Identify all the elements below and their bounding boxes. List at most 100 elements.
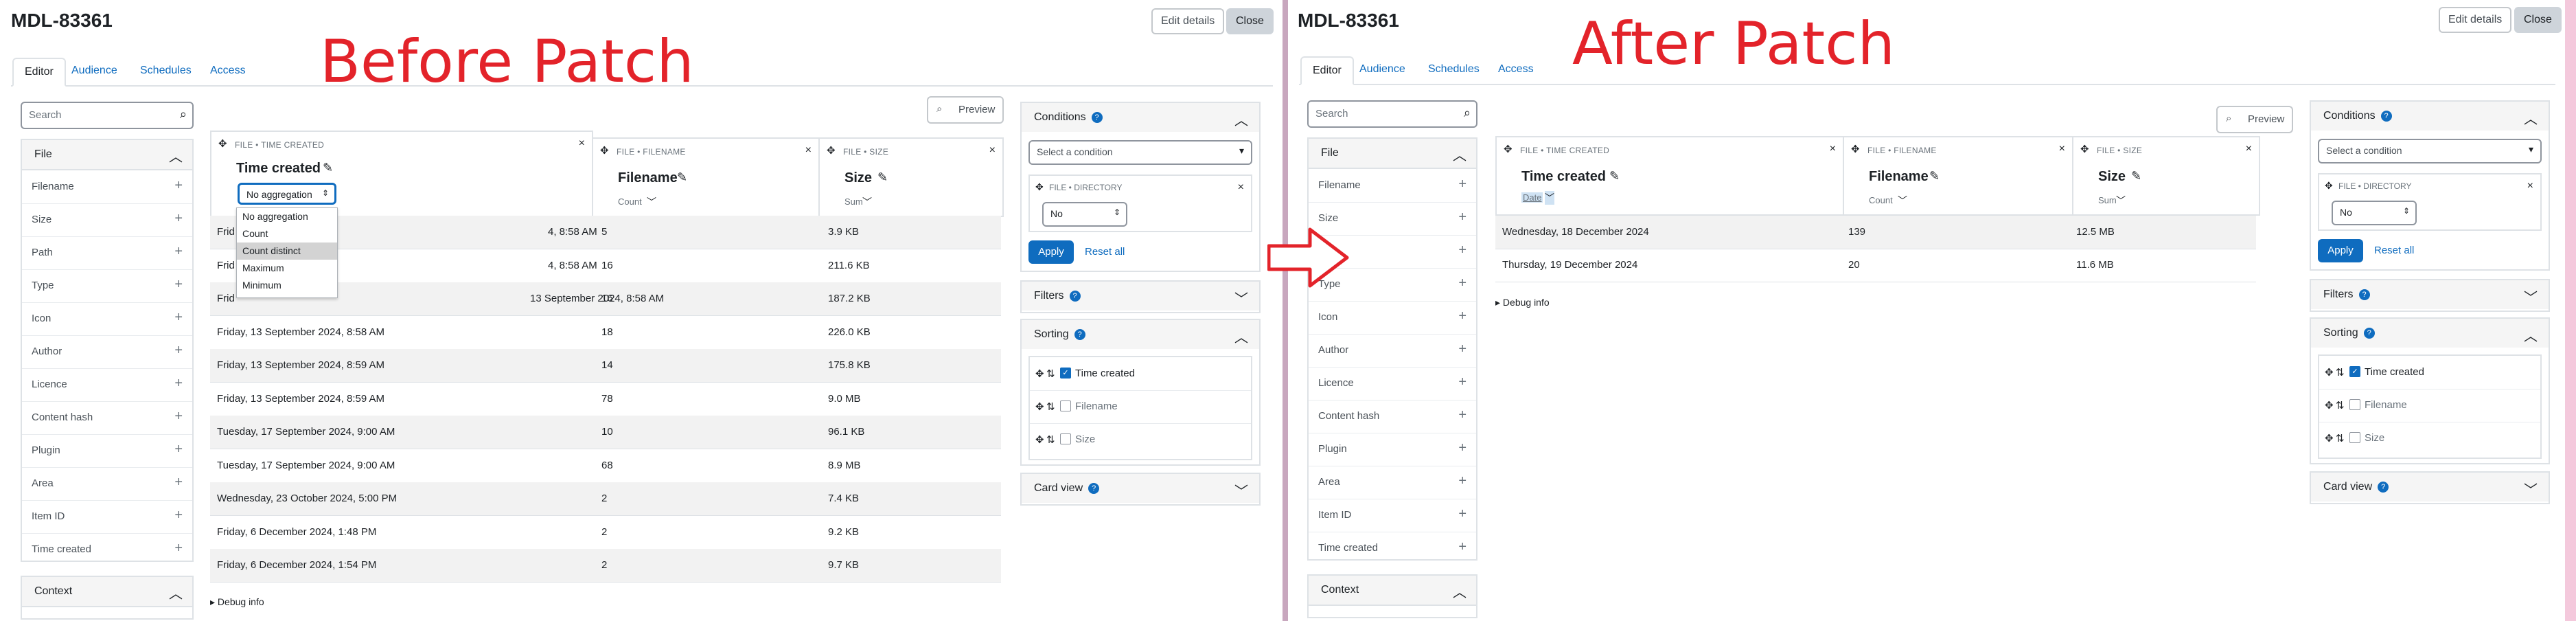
close-button[interactable]: Close bbox=[1226, 8, 1274, 34]
sort-checkbox[interactable] bbox=[2349, 432, 2360, 443]
pencil-icon[interactable]: ✎ bbox=[2131, 169, 2141, 183]
sort-checkbox[interactable] bbox=[1060, 433, 1071, 444]
pencil-icon[interactable]: ✎ bbox=[677, 170, 687, 185]
close-icon[interactable]: × bbox=[1830, 143, 1836, 155]
reset-all-link[interactable]: Reset all bbox=[1085, 246, 1125, 258]
sidebar-item-filename[interactable]: Filename + bbox=[22, 170, 192, 204]
sorting-header[interactable]: Sorting? ︿ bbox=[1022, 320, 1259, 349]
sidebar-item-author[interactable]: Author + bbox=[22, 335, 192, 369]
pencil-icon[interactable]: ✎ bbox=[877, 170, 888, 185]
card-view-header[interactable]: Card view? ﹀ bbox=[1022, 474, 1259, 503]
column-header-filename[interactable]: ✥ FILE • FILENAME × Filename ✎ Count ﹀ bbox=[1843, 136, 2073, 216]
select-condition-dropdown[interactable]: Select a condition ▾ bbox=[2318, 139, 2542, 163]
sort-item-time-created[interactable]: ✥ ⇅ ✓ Time created bbox=[1030, 357, 1251, 391]
filters-header[interactable]: Filters? ﹀ bbox=[1022, 282, 1259, 310]
apply-button[interactable]: Apply bbox=[1028, 240, 1074, 264]
edit-details-button[interactable]: Edit details bbox=[2439, 7, 2512, 33]
dropdown-option[interactable]: No aggregation bbox=[237, 208, 337, 225]
chevron-up-icon[interactable]: ︿ bbox=[169, 583, 183, 602]
sort-item-size[interactable]: ✥ ⇅ Size bbox=[1030, 423, 1251, 456]
column-header-time-created[interactable]: ✥ FILE • TIME CREATED × Time created ✎ N… bbox=[210, 131, 593, 217]
search-input[interactable]: Search ⌕ bbox=[21, 102, 194, 129]
sidebar-context-header[interactable]: Context ︿ bbox=[22, 577, 192, 607]
sort-item-size[interactable]: ✥ ⇅ Size bbox=[2319, 422, 2540, 455]
apply-button[interactable]: Apply bbox=[2318, 239, 2363, 262]
column-header-size[interactable]: ✥ FILE • SIZE × Size ✎ Sum ﹀ bbox=[818, 137, 1004, 217]
search-icon[interactable]: ⌕ bbox=[1464, 106, 1471, 120]
sidebar-context-header[interactable]: Context ︿ bbox=[1309, 576, 1476, 606]
pencil-icon[interactable]: ✎ bbox=[1609, 169, 1620, 183]
dropdown-option[interactable]: Count distinct bbox=[237, 242, 337, 260]
column-header-size[interactable]: ✥ FILE • SIZE × Size ✎ Sum ﹀ bbox=[2072, 136, 2260, 216]
sidebar-item-icon[interactable]: Icon + bbox=[1309, 301, 1476, 335]
aggregation-select[interactable]: No aggregation ⇕ bbox=[238, 183, 336, 205]
sort-item-filename[interactable]: ✥ ⇅ Filename bbox=[2319, 389, 2540, 422]
column-header-filename[interactable]: ✥ FILE • FILENAME × Filename ✎ Count ﹀ bbox=[592, 137, 820, 217]
tab-schedules[interactable]: Schedules bbox=[1428, 56, 1480, 82]
column-header-time-created[interactable]: ✥ FILE • TIME CREATED × Time created ✎ D… bbox=[1495, 136, 1844, 216]
sidebar-item-size[interactable]: Size + bbox=[22, 203, 192, 237]
aggregation-label[interactable]: Count bbox=[618, 196, 642, 207]
sidebar-item-icon[interactable]: Icon + bbox=[22, 302, 192, 336]
filters-header[interactable]: Filters? ﹀ bbox=[2311, 280, 2549, 309]
condition-value-select[interactable]: No ⇕ bbox=[2332, 201, 2417, 225]
conditions-header[interactable]: Conditions? ︿ bbox=[2311, 102, 2549, 131]
sidebar-item-type[interactable]: Type + bbox=[22, 269, 192, 303]
sort-item-filename[interactable]: ✥ ⇅ Filename bbox=[1030, 390, 1251, 424]
tab-audience[interactable]: Audience bbox=[71, 58, 117, 84]
close-icon[interactable]: × bbox=[2527, 180, 2533, 192]
select-condition-dropdown[interactable]: Select a condition ▾ bbox=[1028, 140, 1252, 165]
dropdown-option[interactable]: Maximum bbox=[237, 260, 337, 277]
sidebar-item-plugin[interactable]: Plugin + bbox=[22, 434, 192, 468]
aggregation-label[interactable]: Count bbox=[1869, 195, 1893, 205]
tab-schedules[interactable]: Schedules bbox=[140, 58, 192, 84]
sort-item-time-created[interactable]: ✥ ⇅ ✓ Time created bbox=[2319, 356, 2540, 389]
aggregation-label[interactable]: Sum bbox=[844, 196, 863, 207]
close-icon[interactable]: × bbox=[579, 137, 585, 150]
chevron-up-icon[interactable]: ︿ bbox=[1453, 144, 1467, 164]
debug-info-toggle[interactable]: ▸ Debug info bbox=[1495, 297, 1550, 308]
sidebar-item-item-id[interactable]: Item ID + bbox=[22, 500, 192, 534]
preview-button[interactable]: ⌕ Preview bbox=[2216, 106, 2293, 133]
reset-all-link[interactable]: Reset all bbox=[2374, 245, 2414, 256]
pencil-icon[interactable]: ✎ bbox=[323, 161, 333, 175]
pencil-icon[interactable]: ✎ bbox=[1929, 169, 1940, 183]
close-icon[interactable]: × bbox=[2246, 143, 2252, 155]
condition-value-select[interactable]: No ⇕ bbox=[1042, 202, 1127, 227]
sidebar-item-author[interactable]: Author + bbox=[1309, 334, 1476, 368]
tab-editor[interactable]: Editor bbox=[12, 58, 66, 87]
sidebar-item-licence[interactable]: Licence + bbox=[22, 368, 192, 402]
date-aggregation-label[interactable]: Date bbox=[1521, 192, 1543, 203]
dropdown-option[interactable]: Minimum bbox=[237, 277, 337, 294]
tab-access[interactable]: Access bbox=[1498, 56, 1534, 82]
sidebar-file-header[interactable]: File ︿ bbox=[22, 140, 192, 170]
chevron-up-icon[interactable]: ︿ bbox=[1453, 581, 1467, 601]
sort-checkbox[interactable] bbox=[2349, 399, 2360, 410]
conditions-header[interactable]: Conditions? ︿ bbox=[1022, 103, 1259, 132]
sidebar-item-content-hash[interactable]: Content hash + bbox=[1309, 400, 1476, 433]
sidebar-item-item-id[interactable]: Item ID + bbox=[1309, 499, 1476, 532]
close-icon[interactable]: × bbox=[805, 144, 812, 157]
chevron-up-icon[interactable]: ︿ bbox=[169, 146, 183, 166]
search-input[interactable]: Search ⌕ bbox=[1307, 100, 1477, 128]
sidebar-item-time-created[interactable]: Time created + bbox=[22, 533, 192, 566]
tab-audience[interactable]: Audience bbox=[1359, 56, 1405, 82]
sidebar-file-header[interactable]: File ︿ bbox=[1309, 139, 1476, 169]
preview-button[interactable]: ⌕ Preview bbox=[927, 96, 1004, 124]
close-icon[interactable]: × bbox=[989, 144, 996, 157]
card-view-header[interactable]: Card view? ﹀ bbox=[2311, 473, 2549, 501]
edit-details-button[interactable]: Edit details bbox=[1151, 8, 1225, 34]
sidebar-item-plugin[interactable]: Plugin + bbox=[1309, 433, 1476, 466]
sorting-header[interactable]: Sorting? ︿ bbox=[2311, 319, 2549, 348]
dropdown-option[interactable]: Count bbox=[237, 225, 337, 242]
close-icon[interactable]: × bbox=[1238, 181, 1244, 194]
tab-access[interactable]: Access bbox=[210, 58, 246, 84]
sidebar-item-licence[interactable]: Licence + bbox=[1309, 367, 1476, 400]
sort-checkbox[interactable] bbox=[1060, 400, 1071, 411]
sidebar-item-content-hash[interactable]: Content hash + bbox=[22, 401, 192, 435]
tab-editor[interactable]: Editor bbox=[1300, 56, 1354, 85]
sort-checkbox[interactable]: ✓ bbox=[1060, 368, 1071, 379]
sidebar-item-time-created[interactable]: Time created + bbox=[1309, 532, 1476, 565]
sidebar-item-area[interactable]: Area + bbox=[1309, 466, 1476, 499]
aggregation-label[interactable]: Sum bbox=[2098, 195, 2117, 205]
